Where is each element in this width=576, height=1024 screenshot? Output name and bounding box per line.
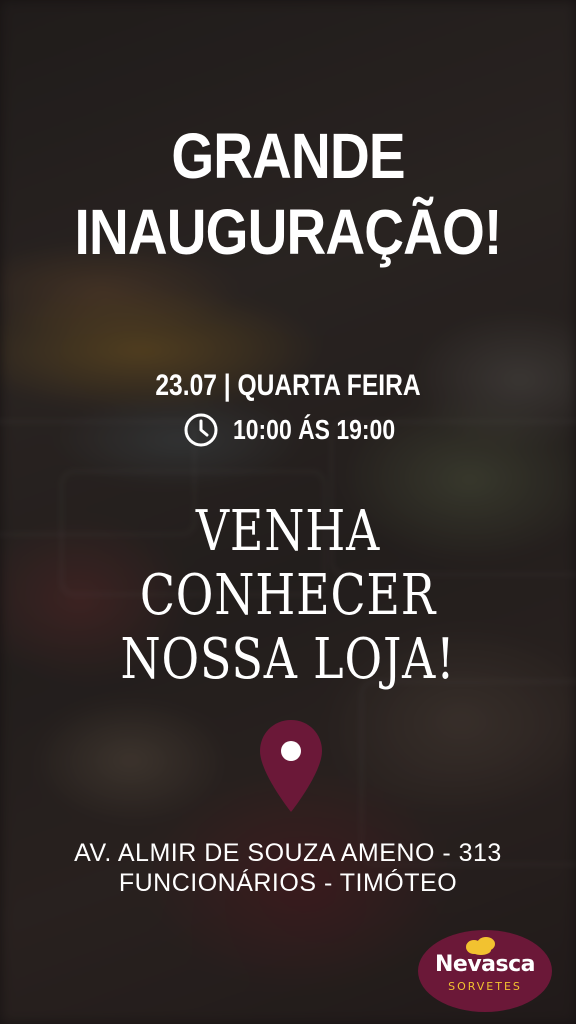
brand-name: Nevasca — [434, 952, 536, 977]
headline-line-1: GRANDE — [171, 120, 405, 192]
inauguration-poster: GRANDE INAUGURAÇÃO! 23.07 | QUARTA FEIRA… — [0, 0, 576, 1024]
map-pin-icon — [258, 718, 324, 814]
address-line-1: AV. ALMIR DE SOUZA AMENO - 313 — [74, 839, 502, 867]
poster-content: GRANDE INAUGURAÇÃO! 23.07 | QUARTA FEIRA… — [0, 0, 576, 1024]
address-line-2: FUNCIONÁRIOS - TIMÓTEO — [118, 869, 458, 897]
invitation-line-3: NOSSA LOJA! — [120, 627, 456, 692]
brand-tagline: SORVETES — [448, 980, 522, 993]
invitation-text: VENHA CONHECER NOSSA LOJA! — [52, 500, 524, 692]
headline-line-2: INAUGURAÇÃO! — [74, 196, 503, 268]
clock-icon — [183, 412, 219, 448]
invitation-line-1: VENHA — [195, 499, 381, 564]
brand-logo: Nevasca SORVETES — [418, 930, 552, 1012]
event-time-row: 10:00 ÁS 19:00 — [0, 410, 576, 450]
store-address: AV. ALMIR DE SOUZA AMENO - 313 FUNCIONÁR… — [0, 838, 576, 898]
headline: GRANDE INAUGURAÇÃO! — [40, 118, 535, 270]
invitation-line-2: CONHECER — [139, 563, 437, 628]
event-time: 10:00 ÁS 19:00 — [233, 414, 396, 445]
event-date: 23.07 | QUARTA FEIRA — [155, 369, 421, 402]
